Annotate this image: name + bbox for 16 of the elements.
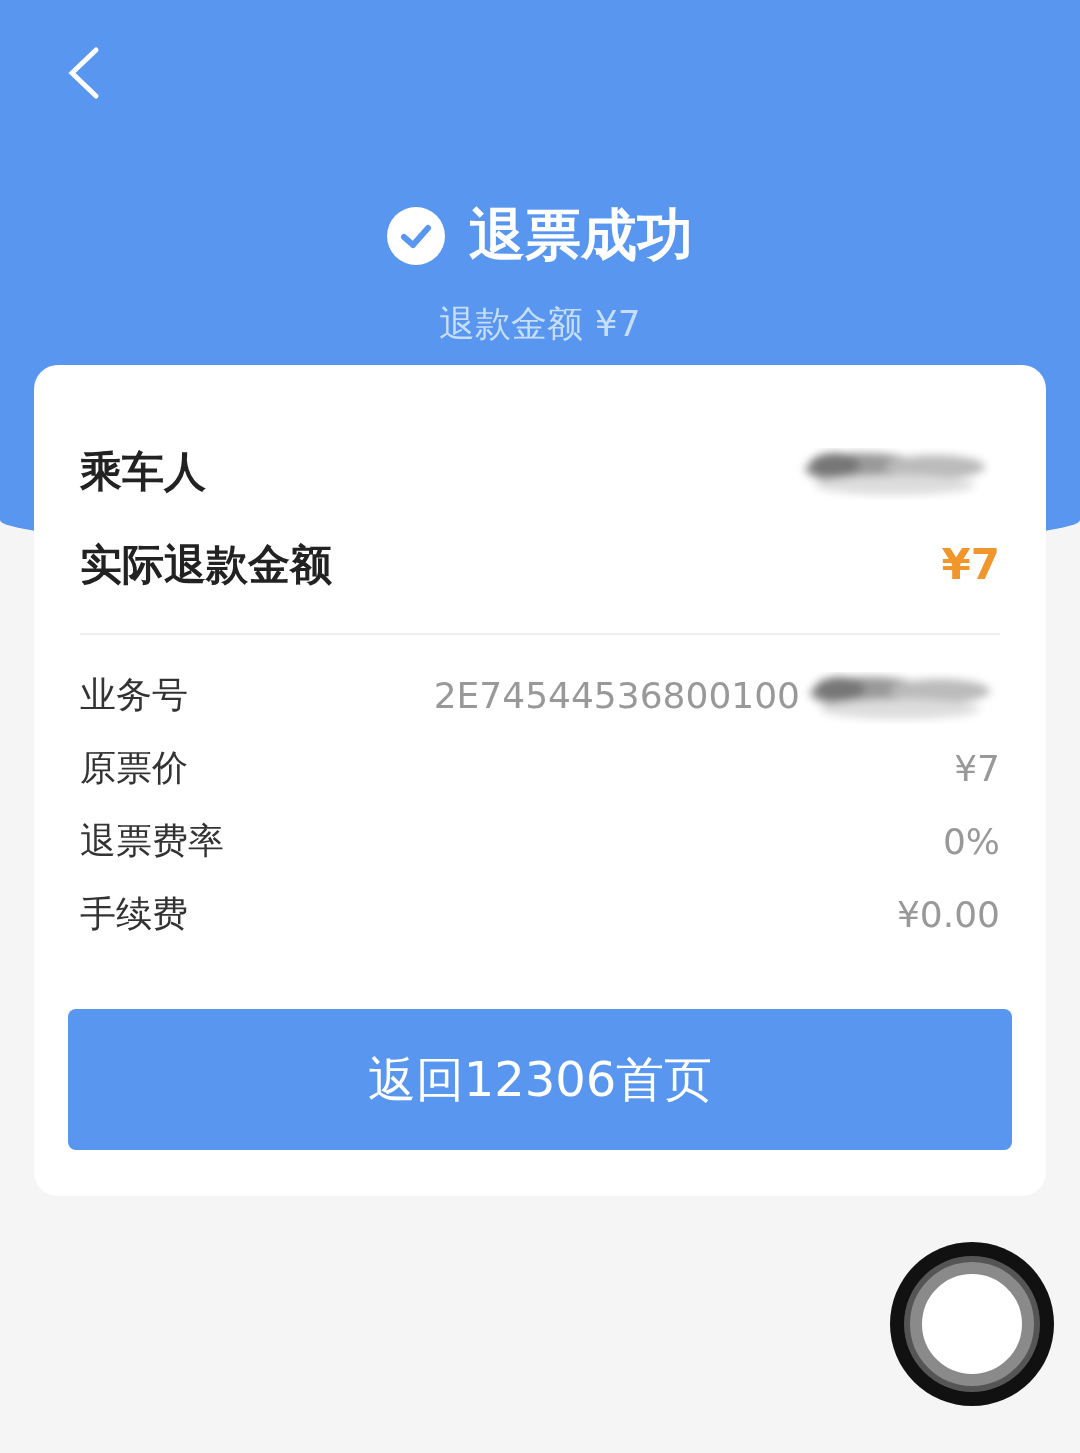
refund-subtitle: 退款金额 ¥7 [439, 302, 641, 346]
status-title: 退票成功 [469, 201, 693, 269]
detail-value: 2E74544536800100 [433, 675, 800, 716]
detail-value: ¥0.00 [896, 894, 1000, 935]
detail-label: 原票价 [80, 746, 188, 790]
check-circle-icon [387, 207, 445, 265]
back-icon[interactable] [66, 46, 100, 100]
detail-label: 手续费 [80, 892, 188, 936]
refund-amount: ¥7 [941, 540, 1000, 589]
detail-label: 业务号 [80, 673, 188, 717]
detail-label: 退票费率 [80, 819, 224, 863]
detail-value: ¥7 [954, 748, 1000, 789]
summary-label: 乘车人 [80, 445, 206, 498]
summary-label: 实际退款金额 [80, 538, 332, 591]
detail-value: 0% [942, 821, 1000, 862]
return-home-button[interactable]: 返回12306首页 [68, 1009, 1012, 1150]
